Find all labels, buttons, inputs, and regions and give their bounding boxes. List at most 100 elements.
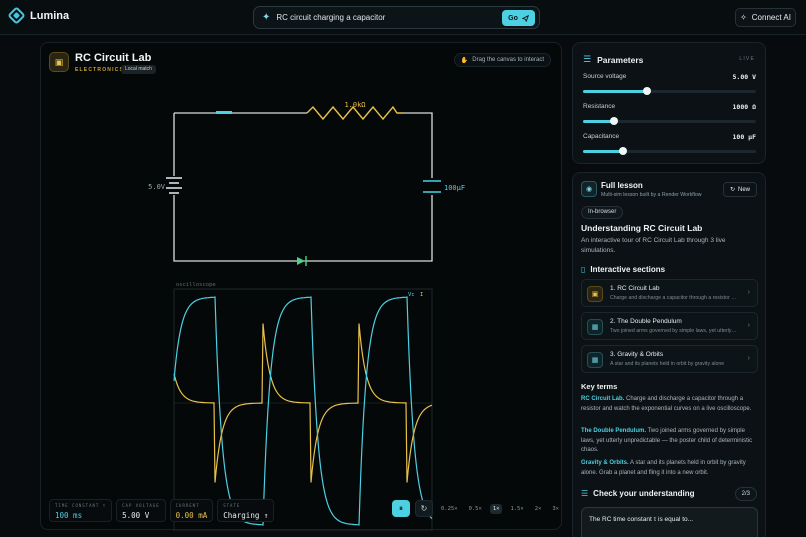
drag-hint-label: Drag the canvas to interact (472, 57, 544, 63)
stat-value: 100 ms (55, 511, 83, 520)
connect-ai-button[interactable]: ✧ Connect AI (735, 8, 796, 27)
reset-button[interactable]: ↻ (415, 500, 433, 517)
new-label: New (737, 186, 750, 193)
in-browser-tag: In-browser (581, 206, 624, 219)
slider-knob[interactable] (643, 87, 651, 95)
lab-canvas[interactable]: 1.0kΩ 5.0V 100μF oscilloscope Vc I (41, 43, 563, 531)
stat-value: 5.00 V (122, 511, 150, 520)
parameters-header: ☰ Parameters (583, 54, 643, 65)
new-lesson-button[interactable]: ↻ New (722, 182, 757, 197)
refresh-icon: ↻ (729, 187, 735, 193)
check-title: Check your understanding (593, 489, 695, 498)
circuit-icon: ▣ (49, 52, 69, 72)
capacitor-label: 100μF (444, 184, 465, 192)
chevron-right-icon: › (747, 289, 750, 296)
lesson-description: An interactive tour of RC Circuit Lab th… (581, 237, 726, 254)
brand[interactable]: Lumina (7, 6, 70, 25)
section-desc: A star and its planets held in orbit by … (610, 361, 725, 367)
key-term: RC Circuit Lab. Charge and discharge a c… (581, 395, 759, 414)
param-resistance: Resistance 1000 Ω (583, 103, 756, 125)
search-input[interactable] (276, 13, 497, 22)
sections-header: ▯ Interactive sections (581, 265, 665, 274)
speed-option[interactable]: 3× (549, 504, 562, 514)
connect-ai-label: Connect AI (751, 13, 791, 22)
wire-top-right (403, 112, 433, 178)
lesson-panel: ◉ Full lesson Multi-sim lesson built by … (572, 172, 766, 537)
pause-button[interactable]: ⏸ (392, 500, 410, 517)
param-label: Source voltage (583, 73, 627, 80)
lesson-subtitle: Multi-sim lesson built by a Render Workf… (601, 192, 702, 198)
scope-legend-i: I (420, 292, 423, 298)
stat-label: CURRENT (175, 503, 200, 508)
chevron-right-icon: › (747, 322, 750, 329)
stat-value: 0.00 mA (175, 511, 208, 520)
go-button[interactable]: Go (502, 10, 535, 26)
resistance-slider[interactable] (583, 117, 756, 125)
key-terms-title: Key terms (581, 382, 618, 391)
circuit-icon: ▣ (587, 286, 603, 302)
oscilloscope (173, 288, 433, 531)
sliders-icon: ☰ (583, 54, 592, 64)
reset-icon: ↻ (420, 504, 428, 513)
hand-icon: ✋ (460, 57, 469, 64)
lab-title: RC Circuit Lab (75, 52, 152, 64)
sparkle-icon: ✦ (262, 12, 271, 23)
speed-option[interactable]: 0.5× (466, 504, 485, 514)
section-title: 3. Gravity & Orbits (610, 351, 664, 358)
quiz-question: The RC time constant τ is equal to... (589, 516, 694, 523)
go-label: Go (508, 14, 518, 22)
stat-time-constant: TIME CONSTANT τ 100 ms (49, 499, 113, 522)
logo-icon (7, 6, 26, 25)
stat-state: STATE Charging ↑ (217, 499, 275, 522)
speed-option[interactable]: 1.5× (507, 504, 526, 514)
capacitance-slider[interactable] (583, 147, 756, 155)
search-bar: ✦ Go (253, 6, 540, 29)
term-name: Gravity & Orbits. (581, 460, 629, 466)
section-card-rc-circuit[interactable]: ▣ 1. RC Circuit Lab Charge and discharge… (581, 279, 758, 307)
resistor-label: 1.0kΩ (344, 101, 365, 109)
stat-label: STATE (223, 503, 241, 508)
source-voltage-slider[interactable] (583, 87, 756, 95)
speed-option[interactable]: 2× (532, 504, 545, 514)
pause-icon: ⏸ (399, 503, 403, 513)
scope-title: oscilloscope (176, 282, 216, 288)
battery (166, 177, 182, 194)
pendulum-icon: ▦ (587, 319, 603, 335)
lab-panel: 1.0kΩ 5.0V 100μF oscilloscope Vc I ▣ RC … (40, 42, 563, 531)
current-marker (216, 111, 232, 114)
send-icon (521, 14, 529, 22)
slider-knob[interactable] (610, 117, 619, 125)
orbit-icon: ▦ (587, 352, 603, 368)
slider-knob[interactable] (618, 147, 627, 155)
param-capacitance: Capacitance 100 μF (583, 133, 756, 155)
local-match-badge: Local match (121, 65, 156, 74)
section-card-gravity-orbits[interactable]: ▦ 3. Gravity & Orbits A star and its pla… (581, 345, 758, 373)
source-label: 5.0V (148, 183, 166, 191)
param-label: Resistance (583, 103, 616, 110)
app-name: Lumina (30, 9, 70, 22)
slider-fill (583, 150, 623, 153)
quiz-pager[interactable]: 2/3 (734, 487, 757, 501)
drag-hint: ✋ Drag the canvas to interact (453, 53, 551, 67)
stat-value: Charging ↑ (223, 511, 269, 520)
playback-controls: ⏸ ↻ 0.25× 0.5× 1× 1.5× 2× 3× (392, 500, 562, 517)
lesson-title: Full lesson (601, 181, 643, 190)
section-card-double-pendulum[interactable]: ▦ 2. The Double Pendulum Two joined arms… (581, 312, 758, 340)
wire-right-bottom (173, 195, 433, 262)
section-desc: Two joined arms governed by simple laws,… (610, 328, 738, 334)
parameters-panel: ☰ Parameters LIVE Source voltage 5.00 V … (572, 42, 766, 164)
key-term: Gravity & Orbits. A star and its planets… (581, 459, 759, 478)
voltage-trace (173, 296, 433, 526)
diode (297, 256, 307, 266)
eye-icon: ◉ (581, 181, 597, 197)
param-value: 1000 Ω (732, 103, 756, 111)
chevron-right-icon: › (747, 355, 750, 362)
quiz-card[interactable]: The RC time constant τ is equal to... (581, 507, 758, 537)
live-badge: LIVE (739, 56, 755, 62)
stat-label: TIME CONSTANT τ (55, 503, 107, 508)
scope-legend-vc: Vc (408, 292, 415, 298)
stat-current: CURRENT 0.00 mA (169, 499, 214, 522)
speed-option-active[interactable]: 1× (489, 503, 503, 514)
param-label: Capacitance (583, 133, 620, 140)
speed-option[interactable]: 0.25× (438, 504, 461, 514)
